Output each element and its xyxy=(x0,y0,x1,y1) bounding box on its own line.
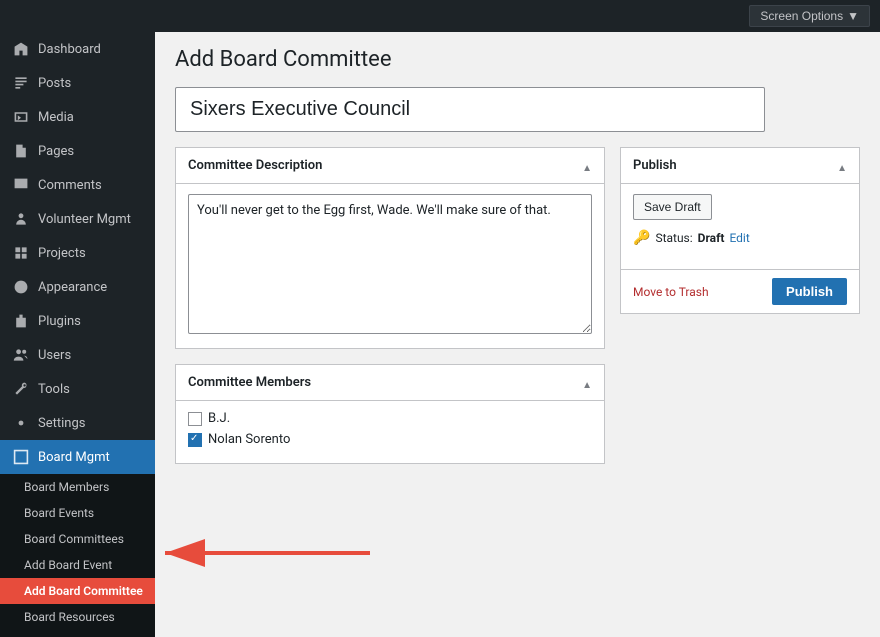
layout: Dashboard Posts Media Pages Comments xyxy=(0,32,880,637)
member-nolan-label[interactable]: Nolan Sorento xyxy=(208,432,290,447)
status-label: Status: xyxy=(655,231,692,245)
board-mgmt-icon xyxy=(12,448,30,466)
sidebar-label-comments: Comments xyxy=(38,178,102,193)
appearance-icon xyxy=(12,278,30,296)
member-bj: B.J. xyxy=(188,411,592,426)
committee-members-title: Committee Members xyxy=(188,375,311,390)
status-edit-link[interactable]: Edit xyxy=(729,231,749,245)
sidebar-label-settings: Settings xyxy=(38,416,85,431)
comments-icon xyxy=(12,176,30,194)
committee-description-panel: Committee Description You'll never get t… xyxy=(175,147,605,349)
sidebar-item-dashboard[interactable]: Dashboard xyxy=(0,32,155,66)
submenu-support[interactable]: Support xyxy=(0,630,155,637)
media-icon xyxy=(12,108,30,126)
sidebar-label-projects: Projects xyxy=(38,246,86,261)
submenu-board-events[interactable]: Board Events xyxy=(0,500,155,526)
sidebar-label-plugins: Plugins xyxy=(38,314,81,329)
member-bj-checkbox[interactable] xyxy=(188,412,202,426)
page-title: Add Board Committee xyxy=(175,47,860,72)
sidebar-item-plugins[interactable]: Plugins xyxy=(0,304,155,338)
publish-button[interactable]: Publish xyxy=(772,278,847,305)
posts-icon xyxy=(12,74,30,92)
volunteer-icon xyxy=(12,210,30,228)
committee-title-input[interactable] xyxy=(175,87,765,132)
users-icon xyxy=(12,346,30,364)
committee-description-header[interactable]: Committee Description xyxy=(176,148,604,184)
committee-members-panel: Committee Members B.J. Nolan Sorento xyxy=(175,364,605,464)
submenu-board-committees[interactable]: Board Committees xyxy=(0,526,155,552)
sidebar-label-dashboard: Dashboard xyxy=(38,42,101,57)
sidebar-item-volunteer-mgmt[interactable]: Volunteer Mgmt xyxy=(0,202,155,236)
sidebar-item-settings[interactable]: Settings xyxy=(0,406,155,440)
committee-members-toggle[interactable] xyxy=(582,373,592,392)
sidebar-item-posts[interactable]: Posts xyxy=(0,66,155,100)
side-column: Publish Save Draft 🔑 Status: Draft Edit xyxy=(620,147,860,314)
main-content: Add Board Committee Committee Descriptio… xyxy=(155,32,880,637)
sidebar-label-board-mgmt: Board Mgmt xyxy=(38,450,110,465)
status-row: 🔑 Status: Draft Edit xyxy=(633,230,847,246)
publish-toggle[interactable] xyxy=(837,156,847,175)
sidebar-label-users: Users xyxy=(38,348,71,363)
member-nolan-checkbox[interactable] xyxy=(188,433,202,447)
publish-panel: Publish Save Draft 🔑 Status: Draft Edit xyxy=(620,147,860,314)
committee-description-title: Committee Description xyxy=(188,158,322,173)
committee-description-textarea[interactable]: You'll never get to the Egg first, Wade.… xyxy=(188,194,592,334)
tools-icon xyxy=(12,380,30,398)
publish-title: Publish xyxy=(633,158,677,173)
committee-description-body: You'll never get to the Egg first, Wade.… xyxy=(176,184,604,348)
sidebar-label-volunteer: Volunteer Mgmt xyxy=(38,212,131,227)
submenu-board-resources[interactable]: Board Resources xyxy=(0,604,155,630)
board-mgmt-submenu: Board Members Board Events Board Committ… xyxy=(0,474,155,637)
plugins-icon xyxy=(12,312,30,330)
sidebar-item-users[interactable]: Users xyxy=(0,338,155,372)
sidebar-label-tools: Tools xyxy=(38,382,70,397)
sidebar: Dashboard Posts Media Pages Comments xyxy=(0,32,155,637)
sidebar-label-posts: Posts xyxy=(38,76,71,91)
top-bar: Screen Options ▼ xyxy=(0,0,880,32)
screen-options-button[interactable]: Screen Options ▼ xyxy=(749,5,870,27)
publish-header[interactable]: Publish xyxy=(621,148,859,184)
sidebar-item-tools[interactable]: Tools xyxy=(0,372,155,406)
sidebar-label-pages: Pages xyxy=(38,144,74,159)
committee-description-toggle[interactable] xyxy=(582,156,592,175)
sidebar-item-media[interactable]: Media xyxy=(0,100,155,134)
sidebar-item-pages[interactable]: Pages xyxy=(0,134,155,168)
move-to-trash-link[interactable]: Move to Trash xyxy=(633,285,709,299)
publish-body: Save Draft 🔑 Status: Draft Edit xyxy=(621,184,859,264)
member-bj-label[interactable]: B.J. xyxy=(208,411,230,426)
main-column: Committee Description You'll never get t… xyxy=(175,147,605,479)
screen-options-label: Screen Options xyxy=(760,9,843,23)
submenu-add-board-event[interactable]: Add Board Event xyxy=(0,552,155,578)
pages-icon xyxy=(12,142,30,160)
settings-icon xyxy=(12,414,30,432)
sidebar-label-appearance: Appearance xyxy=(38,280,107,295)
sidebar-item-board-mgmt[interactable]: Board Mgmt xyxy=(0,440,155,474)
member-nolan: Nolan Sorento xyxy=(188,432,592,447)
screen-options-chevron: ▼ xyxy=(847,9,859,23)
submenu-board-members[interactable]: Board Members xyxy=(0,474,155,500)
status-value: Draft xyxy=(698,231,725,245)
sidebar-item-appearance[interactable]: Appearance xyxy=(0,270,155,304)
arrow-annotation xyxy=(155,528,375,582)
arrow-svg xyxy=(155,528,375,578)
submenu-add-board-committee[interactable]: Add Board Committee xyxy=(0,578,155,604)
publish-footer: Move to Trash Publish xyxy=(621,269,859,313)
dashboard-icon xyxy=(12,40,30,58)
committee-members-body: B.J. Nolan Sorento xyxy=(176,401,604,463)
sidebar-item-comments[interactable]: Comments xyxy=(0,168,155,202)
status-icon: 🔑 xyxy=(633,230,650,246)
projects-icon xyxy=(12,244,30,262)
sidebar-label-media: Media xyxy=(38,110,74,125)
sidebar-item-projects[interactable]: Projects xyxy=(0,236,155,270)
save-draft-button[interactable]: Save Draft xyxy=(633,194,712,220)
committee-members-header[interactable]: Committee Members xyxy=(176,365,604,401)
content-area: Committee Description You'll never get t… xyxy=(175,147,860,479)
